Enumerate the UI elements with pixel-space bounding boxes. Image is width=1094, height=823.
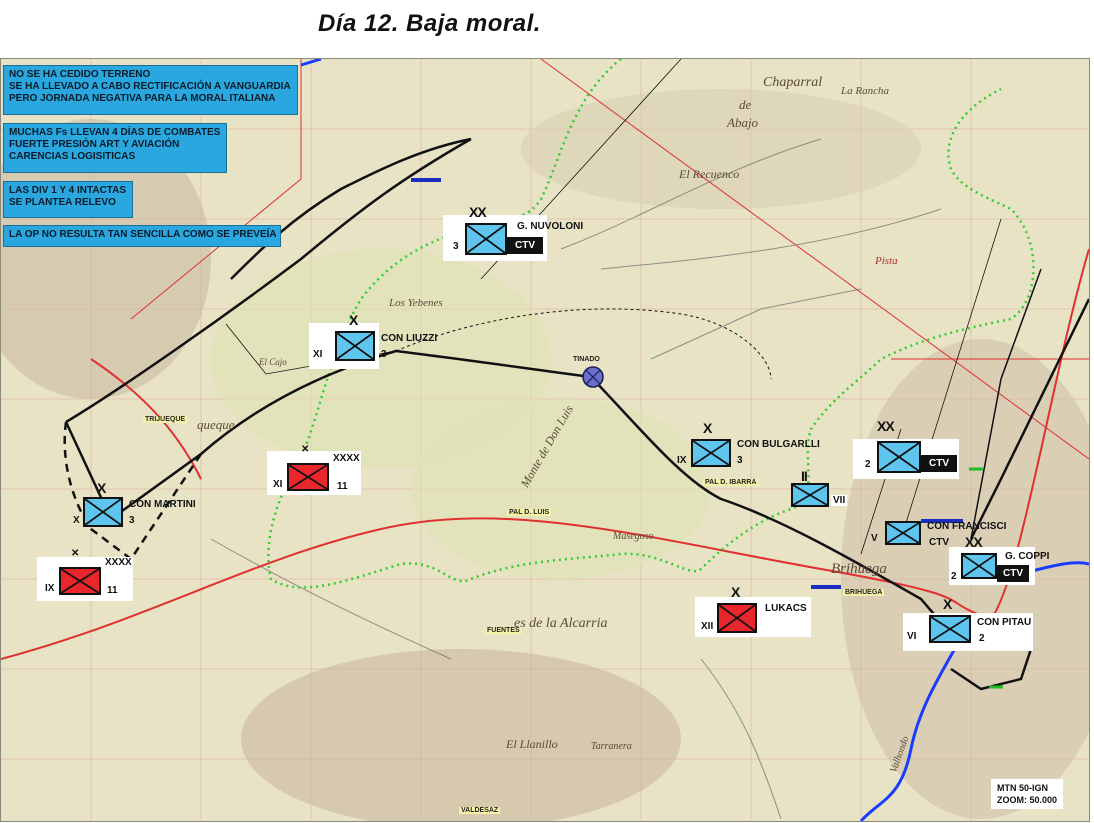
map-label-abajo: Abajo <box>727 115 759 130</box>
note-4-line-1: LA OP NO RESULTA TAN SENCILLA COMO SE PR… <box>9 229 277 240</box>
note-box-4: LA OP NO RESULTA TAN SENCILLA COMO SE PR… <box>3 225 281 247</box>
map-label-alcarria: es de la Alcarria <box>514 616 608 631</box>
map-label-masegoso: Masegoso <box>613 531 654 542</box>
unit-ix-red-left: IX <box>45 583 55 594</box>
unit-bulgarlli-left: IX <box>677 455 687 466</box>
place-tinado: TINADO <box>573 356 600 363</box>
unit-liuzzi-right: 3 <box>381 349 387 360</box>
unit-francisci-name: CON FRANCISCI <box>927 521 1007 532</box>
note-1-line-2: SE HA LLEVADO A CABO RECTIFICACIÓN A VAN… <box>9 81 291 92</box>
unit-ix-red-echelon-small: ✕ <box>71 548 80 559</box>
map-scale-box: MTN 50-IGN ZOOM: 50.000 <box>991 779 1064 809</box>
place-trijueque: TRIJUEQUE <box>143 416 188 423</box>
unit-nuvoloni-echelon: XX <box>469 204 487 220</box>
map-label-pista: Pista <box>875 255 898 267</box>
unit-pitau-right: 2 <box>979 633 985 644</box>
unit-ix-red-echelon: XXXX <box>105 557 132 568</box>
unit-xi-red-echelon: XXXX <box>333 453 360 464</box>
map-label-de: de <box>739 97 752 112</box>
unit-xi-red-right: 11 <box>337 481 348 492</box>
unit-bulgarlli-name: CON BULGARLLI <box>737 439 820 450</box>
unit-bulgarlli-right: 3 <box>737 455 743 466</box>
unit-lukacs-left: XII <box>701 621 714 632</box>
unit-lukacs-echelon: X <box>731 584 740 600</box>
place-brihuega: BRIHUEGA <box>843 589 885 596</box>
page-title: Día 12. Baja moral. <box>318 10 541 37</box>
unit-francisci-left: V <box>871 533 878 544</box>
note-box-2: MUCHAS Fs LLEVAN 4 DÍAS DE COMBATES FUER… <box>3 123 227 173</box>
unit-francisci-symbol[interactable] <box>885 521 921 545</box>
map-label-yebenes: Los Yebenes <box>389 297 443 309</box>
unit-lukacs-name: LUKACS <box>765 603 807 614</box>
note-1-line-1: NO SE HA CEDIDO TERRENO <box>9 69 151 80</box>
unit-ctv2-tag: CTV <box>921 455 957 472</box>
unit-liuzzi-name: CON LIUZZI <box>381 333 438 344</box>
unit-liuzzi-left: XI <box>313 349 323 360</box>
unit-pitau-name: CON PITAU <box>977 617 1032 628</box>
note-box-3: LAS DIV 1 Y 4 INTACTAS SE PLANTEA RELEVO <box>3 181 133 218</box>
place-fuentes: FUENTES <box>485 627 522 634</box>
place-valdesaz: VALDESAZ <box>459 807 501 814</box>
unit-coppi-left: 2 <box>951 571 957 582</box>
unit-pitau-echelon: X <box>943 596 952 612</box>
unit-xi-red-echelon-small: ✕ <box>301 444 310 455</box>
unit-martini-name: CON MARTINI <box>129 499 196 510</box>
scale-line-2: ZOOM: 50.000 <box>997 795 1058 805</box>
unit-pitau-left: VI <box>907 631 917 642</box>
unit-ctv2-symbol[interactable] <box>877 441 921 473</box>
note-2-line-1: MUCHAS Fs LLEVAN 4 DÍAS DE COMBATES <box>9 127 221 138</box>
scale-line-1: MTN 50-IGN <box>997 783 1049 793</box>
map-label-recuenco: El Recuenco <box>679 167 740 181</box>
unit-xi-red-left: XI <box>273 479 283 490</box>
unit-ctv2-left: 2 <box>865 459 871 470</box>
map-label-llanillo: El Llanillo <box>506 737 558 751</box>
unit-ctv2-echelon: XX <box>877 418 895 434</box>
map-label-queque: queque <box>197 417 235 432</box>
place-pal-luis: PAL D. LUIS <box>507 509 552 516</box>
unit-coppi-name: G. COPPI <box>1005 551 1050 562</box>
topographic-map[interactable]: Chaparral de Abajo El Recuenco La Rancha… <box>0 58 1090 822</box>
unit-martini-echelon: X <box>97 480 106 496</box>
note-3-line-2: SE PLANTEA RELEVO <box>9 197 116 208</box>
unit-bulgarlli-symbol[interactable] <box>691 439 731 467</box>
map-label-tarranera: Tarranera <box>591 741 632 752</box>
map-label-brihuega-town: Brihuega <box>831 561 887 577</box>
unit-francisci-sub: CTV <box>929 537 949 548</box>
unit-vii-symbol[interactable] <box>791 483 829 507</box>
unit-nuvoloni-tag: CTV <box>507 237 543 254</box>
unit-coppi-symbol[interactable] <box>961 553 997 579</box>
unit-vii-right: VII <box>831 495 848 506</box>
unit-lukacs-symbol[interactable] <box>717 603 757 633</box>
unit-nuvoloni-symbol[interactable] <box>465 223 507 255</box>
note-1-line-3: PERO JORNADA NEGATIVA PARA LA MORAL ITAL… <box>9 93 276 104</box>
unit-ix-red-right: 11 <box>107 585 118 596</box>
note-3-line-1: LAS DIV 1 Y 4 INTACTAS <box>9 185 127 196</box>
place-pal-ibarra: PAL D. IBARRA <box>703 479 759 486</box>
unit-nuvoloni-name: G. NUVOLONI <box>517 221 584 232</box>
unit-martini-left: X <box>73 515 80 526</box>
note-box-1: NO SE HA CEDIDO TERRENO SE HA LLEVADO A … <box>3 65 298 115</box>
unit-ix-red-symbol[interactable] <box>59 567 101 595</box>
note-2-line-3: CARENCIAS LOGISITICAS <box>9 151 136 162</box>
unit-coppi-tag: CTV <box>997 565 1029 582</box>
map-label-rancha: La Rancha <box>841 85 889 97</box>
unit-liuzzi-echelon: X <box>349 312 358 328</box>
unit-martini-right: 3 <box>129 515 135 526</box>
unit-nuvoloni-left: 3 <box>453 241 459 252</box>
unit-bulgarlli-echelon: X <box>703 420 712 436</box>
unit-martini-symbol[interactable] <box>83 497 123 527</box>
map-label-chaparral: Chaparral <box>763 75 823 90</box>
unit-liuzzi-symbol[interactable] <box>335 331 375 361</box>
unit-pitau-symbol[interactable] <box>929 615 971 643</box>
unit-vii-echelon: II <box>801 468 808 484</box>
unit-coppi-echelon: XX <box>965 534 983 550</box>
map-label-cajo: El Cajo <box>259 357 287 367</box>
note-2-line-2: FUERTE PRESIÓN ART Y AVIACIÓN <box>9 139 180 150</box>
unit-xi-red-symbol[interactable] <box>287 463 329 491</box>
